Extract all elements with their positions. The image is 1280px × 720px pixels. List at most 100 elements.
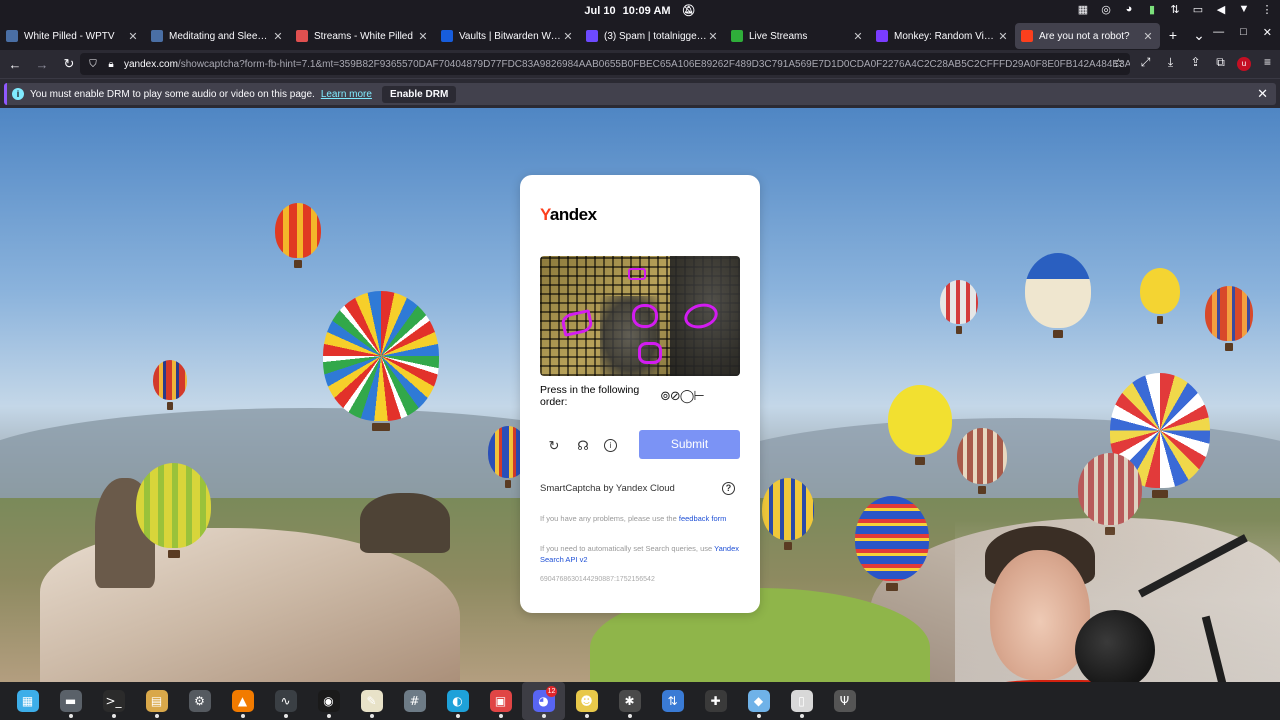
url-path: /showcaptcha?form-fb-hint=7.1&mt=359B82F…: [177, 58, 1130, 70]
close-window-icon[interactable]: ✕: [1263, 26, 1272, 39]
tray-mic-icon[interactable]: ▼: [1237, 3, 1251, 16]
taskbar-item[interactable]: ⚙: [178, 682, 221, 720]
new-tab-icon[interactable]: +: [1160, 22, 1186, 50]
tab-close-icon[interactable]: ✕: [1142, 30, 1154, 43]
url-text[interactable]: yandex.com/showcaptcha?form-fb-hint=7.1&…: [124, 59, 1130, 70]
tray-app-icon[interactable]: ▦: [1076, 3, 1090, 16]
obs-icon: ◉: [317, 690, 340, 712]
forward-icon[interactable]: →: [30, 57, 54, 72]
captcha-target-glyph[interactable]: [632, 304, 658, 328]
browser-tab[interactable]: (3) Spam | totalniggerdeat✕: [580, 23, 725, 49]
extensions-icon[interactable]: ⧉: [1212, 55, 1229, 71]
tab-close-icon[interactable]: ✕: [272, 30, 284, 43]
enable-drm-button[interactable]: Enable DRM: [381, 85, 457, 103]
play-icon: [731, 30, 743, 42]
tray-battery-icon[interactable]: ▮: [1145, 3, 1159, 16]
game-icon: ☻: [575, 690, 598, 712]
tray-discord-icon[interactable]: ◕: [1122, 3, 1136, 16]
taskbar-item[interactable]: ◐: [436, 682, 479, 720]
gaming-icon: ✱: [618, 690, 641, 712]
running-indicator: [68, 714, 73, 718]
maximize-icon[interactable]: □: [1240, 26, 1247, 39]
tray-menu-icon[interactable]: ⋮: [1260, 3, 1274, 16]
taskbar-item[interactable]: ▯: [780, 682, 823, 720]
browser-tab[interactable]: White Pilled - WPTV ✕: [0, 23, 145, 49]
taskbar-item[interactable]: ▦: [6, 682, 49, 720]
notifications-muted-icon[interactable]: 🔕︎: [682, 5, 696, 17]
hot-air-balloon: [136, 463, 211, 558]
tab-close-icon[interactable]: ✕: [707, 30, 719, 43]
taskbar-item[interactable]: ☻: [565, 682, 608, 720]
info-icon[interactable]: i: [604, 439, 617, 452]
taskbar-item[interactable]: >_: [92, 682, 135, 720]
taskbar-item[interactable]: ◕ 12: [522, 682, 565, 720]
captcha-image[interactable]: [540, 256, 740, 376]
reload-icon[interactable]: ↻: [57, 56, 81, 72]
submit-button[interactable]: Submit: [639, 430, 740, 459]
running-indicator: [756, 714, 761, 718]
browser-tab[interactable]: Are you not a robot? ✕: [1015, 23, 1160, 49]
tab-close-icon[interactable]: ✕: [127, 30, 139, 43]
taskbar-item[interactable]: ▲: [221, 682, 264, 720]
bookmark-star-icon[interactable]: ☆: [1113, 56, 1124, 70]
info-icon: i: [12, 88, 24, 100]
logo-text: andex: [549, 205, 597, 224]
taskbar-item[interactable]: ▤: [135, 682, 178, 720]
taskbar-item[interactable]: ▣: [479, 682, 522, 720]
taskbar-item[interactable]: Ψ: [823, 682, 866, 720]
taskbar-item[interactable]: #: [393, 682, 436, 720]
tray-volume-icon[interactable]: ◀: [1214, 3, 1228, 16]
tab-list-chevron-icon[interactable]: ⌄: [1186, 22, 1212, 50]
tab-close-icon[interactable]: ✕: [852, 30, 864, 43]
back-icon[interactable]: ←: [3, 57, 27, 72]
taskbar-item[interactable]: ◉: [307, 682, 350, 720]
captcha-target-glyph[interactable]: [560, 309, 594, 337]
tab-title: Vaults | Bitwarden Web va: [459, 30, 562, 42]
vlc-icon: ▲: [231, 690, 254, 712]
browser-tab[interactable]: Streams - White Pilled ✕: [290, 23, 435, 49]
fullscreen-icon[interactable]: ⤢: [1137, 55, 1154, 71]
taskbar-item[interactable]: ✱: [608, 682, 651, 720]
archive-icon: ▤: [145, 690, 168, 712]
refresh-icon[interactable]: ↻: [545, 437, 563, 455]
tracking-shield-icon[interactable]: ⛉: [84, 59, 102, 70]
running-indicator: [326, 714, 331, 718]
tray-network-icon[interactable]: ⇅: [1168, 3, 1182, 16]
tab-close-icon[interactable]: ✕: [997, 30, 1009, 43]
lock-icon[interactable]: 🔒︎: [102, 59, 120, 70]
menu-icon[interactable]: ≡: [1259, 55, 1276, 71]
browser-tab[interactable]: Vaults | Bitwarden Web va✕: [435, 23, 580, 49]
taskbar-item[interactable]: ▬: [49, 682, 92, 720]
captcha-target-glyph[interactable]: [628, 268, 646, 280]
pocket-icon[interactable]: ⇪: [1187, 55, 1204, 71]
taskbar-item[interactable]: ✎: [350, 682, 393, 720]
browser-tab[interactable]: Live Streams ✕: [725, 23, 870, 49]
audio-mixer-icon: ⇅: [661, 690, 684, 712]
triangle-icon: [6, 30, 18, 42]
feedback-form-link[interactable]: feedback form: [679, 514, 727, 523]
browser-tab[interactable]: Monkey: Random Video Ch✕: [870, 23, 1015, 49]
minimize-icon[interactable]: —: [1213, 26, 1224, 39]
captcha-target-glyph[interactable]: [638, 342, 662, 364]
audio-headphones-icon[interactable]: ☊: [574, 437, 592, 455]
help-icon[interactable]: ?: [722, 482, 735, 495]
learn-more-link[interactable]: Learn more: [321, 89, 372, 100]
browser-tab[interactable]: Meditating and Sleeping o✕: [145, 23, 290, 49]
tray-display-icon[interactable]: ▭: [1191, 3, 1205, 16]
downloads-icon[interactable]: ⤓: [1162, 55, 1179, 71]
close-icon[interactable]: ✕: [1257, 86, 1268, 102]
tab-strip: White Pilled - WPTV ✕ Meditating and Sleep…: [0, 22, 1280, 50]
taskbar-item[interactable]: ✚: [694, 682, 737, 720]
taskbar-item[interactable]: ⇅: [651, 682, 694, 720]
smartcaptcha-provider: SmartCaptcha by Yandex Cloud: [540, 483, 675, 494]
taskbar-item[interactable]: ◆: [737, 682, 780, 720]
tab-close-icon[interactable]: ✕: [562, 30, 574, 43]
ublock-icon[interactable]: u: [1237, 57, 1251, 71]
address-bar[interactable]: ⛉ 🔒︎ yandex.com/showcaptcha?form-fb-hint…: [80, 53, 1130, 75]
tab-title: Streams - White Pilled: [314, 30, 413, 42]
taskbar-item[interactable]: ∿: [264, 682, 307, 720]
tray-steam-icon[interactable]: ◎: [1099, 3, 1113, 16]
monkey-icon: [876, 30, 888, 42]
notification-badge: 12: [546, 686, 557, 697]
tab-close-icon[interactable]: ✕: [417, 30, 429, 43]
